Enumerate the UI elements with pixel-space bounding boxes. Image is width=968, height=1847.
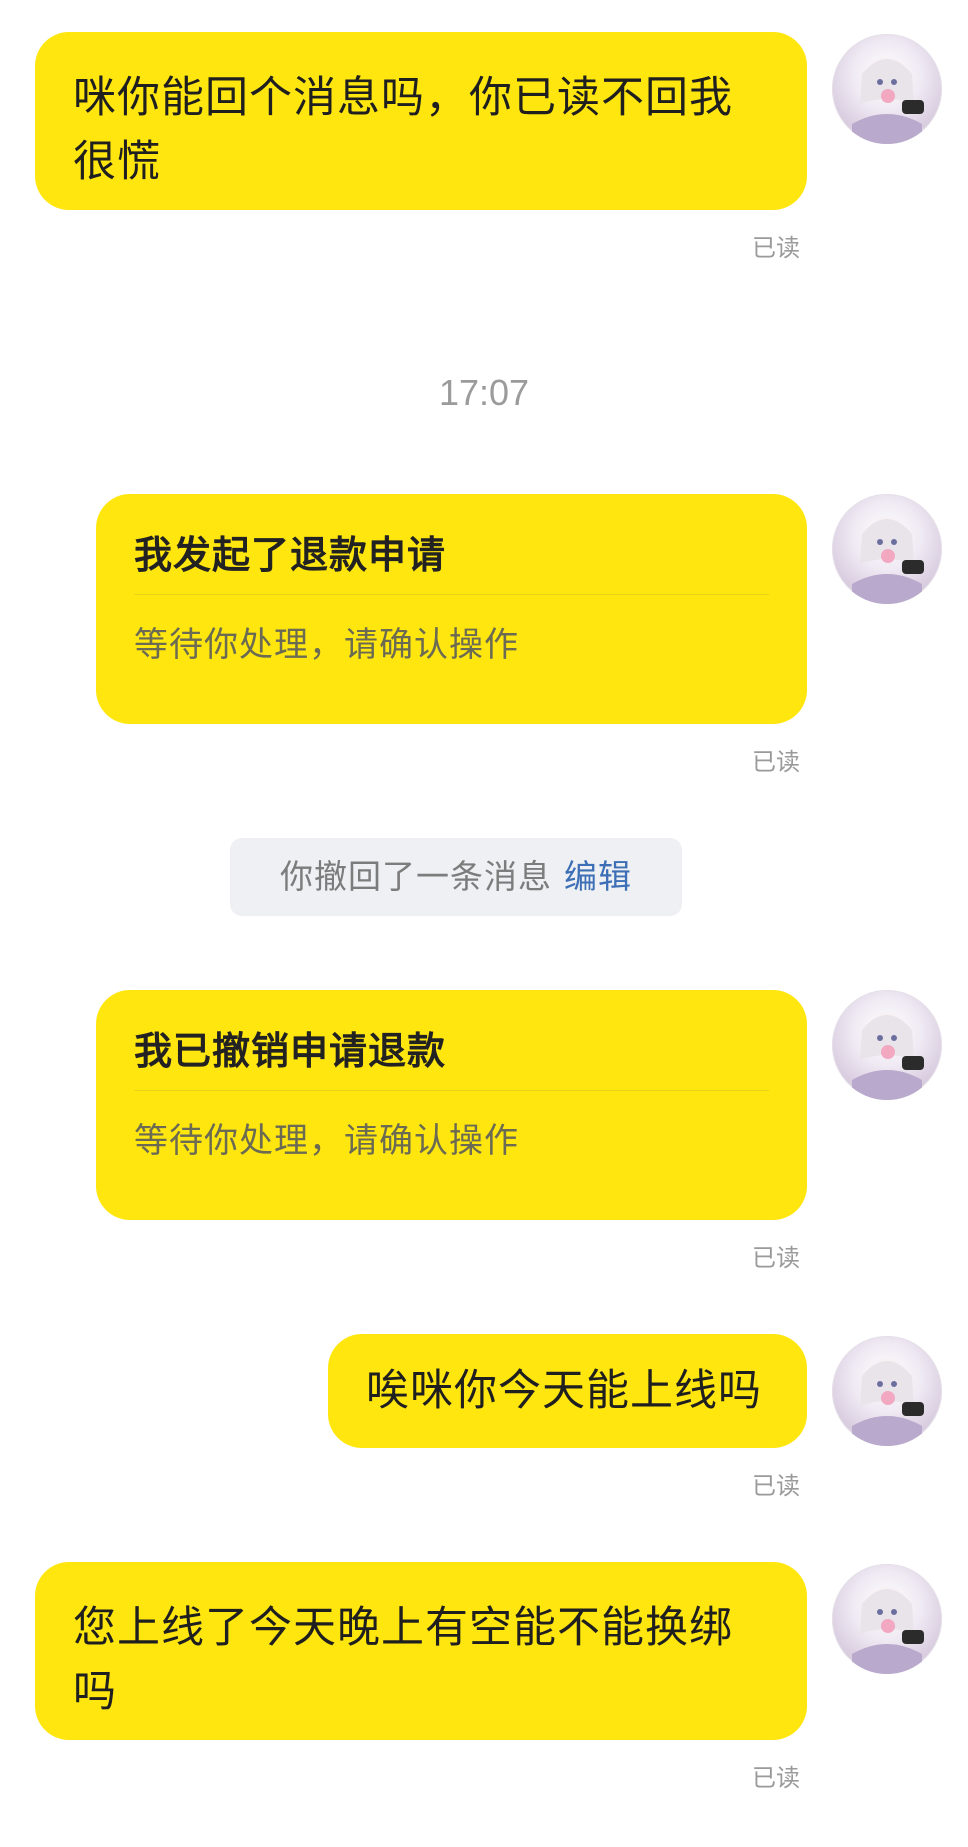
avatar[interactable] bbox=[832, 1336, 942, 1446]
avatar[interactable] bbox=[832, 34, 942, 144]
avatar[interactable] bbox=[832, 1564, 942, 1674]
read-status: 已读 bbox=[752, 1472, 800, 1500]
read-status: 已读 bbox=[752, 748, 800, 776]
avatar-illustration-icon bbox=[852, 57, 924, 144]
refund-cancel-card[interactable]: 我已撤销申请退款 等待你处理，请确认操作 bbox=[96, 990, 807, 1220]
card-subtitle: 等待你处理，请确认操作 bbox=[134, 1121, 519, 1161]
avatar-illustration-icon bbox=[852, 517, 924, 604]
message-bubble-5[interactable]: 您上线了今天晚上有空能不能换绑吗 bbox=[35, 1562, 807, 1740]
recall-notice: 你撤回了一条消息 编辑 bbox=[230, 838, 682, 916]
read-status: 已读 bbox=[752, 234, 800, 262]
read-status: 已读 bbox=[752, 1764, 800, 1792]
card-title: 我发起了退款申请 bbox=[134, 533, 447, 577]
card-subtitle: 等待你处理，请确认操作 bbox=[134, 625, 519, 665]
avatar[interactable] bbox=[832, 494, 942, 604]
card-title: 我已撤销申请退款 bbox=[134, 1029, 447, 1073]
avatar-illustration-icon bbox=[852, 1013, 924, 1100]
edit-link[interactable]: 编辑 bbox=[564, 857, 632, 896]
read-status: 已读 bbox=[752, 1244, 800, 1272]
message-bubble-4[interactable]: 唉咪你今天能上线吗 bbox=[328, 1334, 807, 1448]
message-bubble-1[interactable]: 咪你能回个消息吗，你已读不回我很慌 bbox=[35, 32, 807, 210]
recall-notice-text: 你撤回了一条消息 bbox=[280, 857, 552, 896]
timestamp: 17:07 bbox=[438, 372, 530, 413]
refund-request-card[interactable]: 我发起了退款申请 等待你处理，请确认操作 bbox=[96, 494, 807, 724]
message-text: 咪你能回个消息吗，你已读不回我很慌 bbox=[73, 73, 733, 187]
avatar[interactable] bbox=[832, 990, 942, 1100]
avatar-illustration-icon bbox=[852, 1587, 924, 1674]
avatar-illustration-icon bbox=[852, 1359, 924, 1446]
message-text: 唉咪你今天能上线吗 bbox=[366, 1366, 762, 1416]
message-text: 您上线了今天晚上有空能不能换绑吗 bbox=[73, 1603, 733, 1717]
